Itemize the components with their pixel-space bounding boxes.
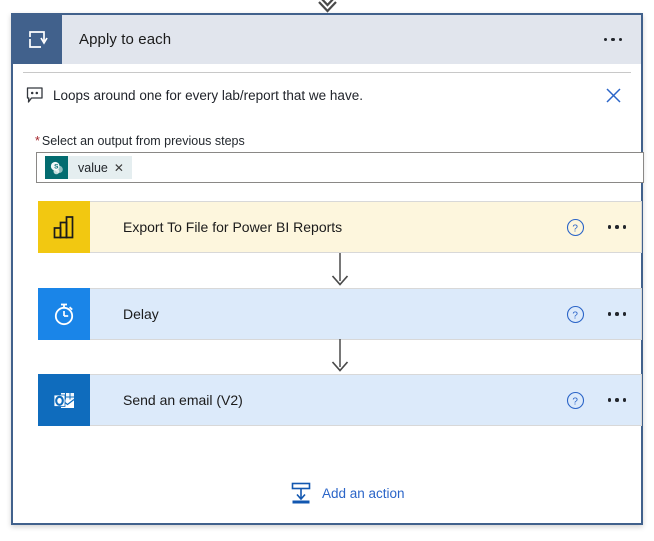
comment-bubble-icon <box>24 84 46 106</box>
svg-text:?: ? <box>572 310 578 321</box>
arrow-down-icon <box>331 339 349 372</box>
arrow-down-icon <box>318 0 337 13</box>
close-icon <box>605 87 621 103</box>
arrow-down-icon <box>331 253 349 286</box>
ellipsis-icon <box>607 398 611 402</box>
output-select-input[interactable]: S value ✕ <box>36 152 644 183</box>
connector-arrow <box>326 339 354 374</box>
action-card-controls: ? <box>566 288 632 340</box>
powerbi-icon <box>38 201 90 253</box>
flow-designer-canvas: Apply to each Loops around one for every… <box>0 0 654 541</box>
action-card-body <box>90 288 642 340</box>
ellipsis-icon <box>615 312 619 316</box>
add-action-label: Add an action <box>322 485 405 501</box>
ellipsis-icon <box>615 225 619 229</box>
ellipsis-icon <box>603 37 607 42</box>
ellipsis-icon <box>607 312 611 316</box>
insert-action-icon <box>288 480 314 506</box>
ellipsis-icon <box>622 398 626 402</box>
apply-to-each-card[interactable]: Apply to each Loops around one for every… <box>11 13 644 525</box>
action-label: Send an email (V2) <box>123 392 243 408</box>
ellipsis-icon <box>615 398 619 402</box>
page-title: Apply to each <box>79 31 172 48</box>
field-label: * Select an output from previous steps <box>35 134 245 148</box>
action-label: Export To File for Power BI Reports <box>123 219 343 235</box>
svg-text:S: S <box>54 163 59 170</box>
card-menu-button[interactable] <box>599 15 628 64</box>
remove-token-button[interactable]: ✕ <box>114 162 132 174</box>
action-menu-button[interactable] <box>603 308 632 320</box>
svg-text:?: ? <box>572 396 578 407</box>
action-label: Delay <box>123 306 159 322</box>
ellipsis-icon <box>622 225 626 229</box>
action-card-export-to-file[interactable]: Export To File for Power BI Reports ? <box>38 201 642 253</box>
add-action-button[interactable]: Add an action <box>288 479 405 507</box>
action-card-delay[interactable]: Delay ? <box>38 288 642 340</box>
token-label: value <box>78 160 108 175</box>
stopwatch-icon <box>38 288 90 340</box>
ellipsis-icon <box>607 225 611 229</box>
action-menu-button[interactable] <box>603 221 632 233</box>
comment-row: Loops around one for every lab/report th… <box>13 77 641 113</box>
ellipsis-icon <box>611 37 615 42</box>
field-label-text: Select an output from previous steps <box>41 134 245 148</box>
connector-arrow <box>326 253 354 288</box>
comment-text: Loops around one for every lab/report th… <box>53 87 363 103</box>
sharepoint-icon: S <box>45 156 68 179</box>
ellipsis-icon <box>618 37 622 42</box>
required-marker: * <box>35 134 40 148</box>
outlook-icon <box>38 374 90 426</box>
header-divider <box>23 72 631 73</box>
action-card-controls: ? <box>566 374 632 426</box>
svg-text:?: ? <box>572 223 578 234</box>
help-circle-icon[interactable]: ? <box>566 391 585 410</box>
loop-repeat-icon <box>13 15 62 64</box>
action-menu-button[interactable] <box>603 394 632 406</box>
help-circle-icon[interactable]: ? <box>566 305 585 324</box>
help-circle-icon[interactable]: ? <box>566 218 585 237</box>
value-token[interactable]: S value ✕ <box>45 156 132 179</box>
action-card-send-email[interactable]: Send an email (V2) ? <box>38 374 642 426</box>
ellipsis-icon <box>622 312 626 316</box>
close-comment-button[interactable] <box>600 82 626 108</box>
action-card-controls: ? <box>566 201 632 253</box>
card-header[interactable]: Apply to each <box>13 15 641 64</box>
